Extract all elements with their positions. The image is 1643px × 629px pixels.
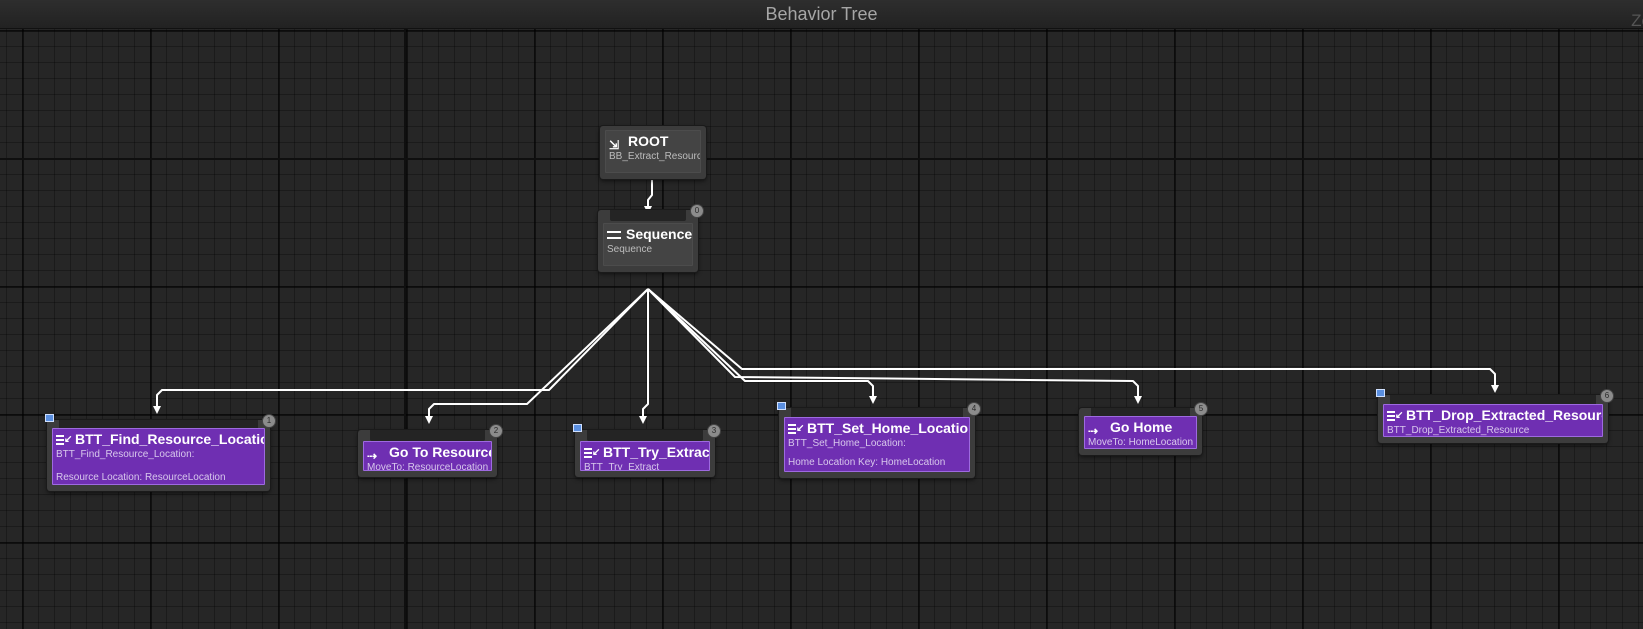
sequence-icon <box>607 229 622 241</box>
task-node-drop-extracted-resource[interactable]: ↙ BTT_Drop_Extracted_Resource BTT_Drop_Ex… <box>1376 389 1614 443</box>
execution-index-badge: 3 <box>707 424 721 438</box>
wire-root-sequence <box>644 180 653 214</box>
task-node-go-to-resource[interactable]: ⇢ Go To Resource MoveTo: ResourceLocation… <box>358 424 503 477</box>
node-title: BTT_Try_Extract <box>603 444 710 460</box>
node-title: BTT_Drop_Extracted_Resource <box>1406 407 1603 423</box>
execution-index-badge: 4 <box>967 402 981 416</box>
execution-index-badge: 5 <box>1194 402 1208 416</box>
task-node-set-home-location[interactable]: ↙ BTT_Set_Home_Location BTT_Set_Home_Loca… <box>777 402 981 478</box>
node-subtitle: BB_Extract_Resource <box>609 151 701 162</box>
node-subtitle: BTT_Drop_Extracted_Resource <box>1387 425 1530 436</box>
wire-sequence-sethome <box>647 288 877 404</box>
node-title: BTT_Set_Home_Location <box>807 420 970 436</box>
task-node-find-resource-location[interactable]: ↙ BTT_Find_Resource_Location BTT_Find_Res… <box>45 414 276 491</box>
node-title: BTT_Find_Resource_Location <box>75 431 265 447</box>
root-node[interactable]: ⇲ ROOT BB_Extract_Resource <box>600 126 706 179</box>
execution-index-badge: 1 <box>262 414 276 428</box>
breakpoint-flag-icon <box>45 414 54 422</box>
node-title: ROOT <box>628 133 669 149</box>
task-icon: ↙ <box>788 423 804 435</box>
execution-index-badge: 0 <box>690 204 704 218</box>
wire-sequence-goto <box>425 288 649 424</box>
wire-sequence-find <box>153 288 649 414</box>
connection-wires <box>153 180 1499 424</box>
sequence-node[interactable]: Sequence Sequence 0 <box>598 204 704 272</box>
move-to-icon: ⇢ <box>367 448 377 463</box>
task-node-try-extract[interactable]: ↙ BTT_Try_Extract BTT_Try_Extract 3 <box>573 424 721 477</box>
node-subtitle: MoveTo: HomeLocation <box>1088 437 1194 448</box>
node-subtitle: BTT_Find_Resource_Location: <box>56 449 195 460</box>
input-pin <box>370 430 485 441</box>
node-subtitle: BTT_Set_Home_Location: <box>788 438 906 449</box>
task-node-go-home[interactable]: ⇢ Go Home MoveTo: HomeLocation 5 <box>1079 402 1208 455</box>
task-icon: ↙ <box>56 434 72 446</box>
input-pin <box>610 210 686 221</box>
node-title: Go To Resource <box>389 444 492 460</box>
node-detail: Home Location Key: HomeLocation <box>788 457 946 468</box>
wire-sequence-gohome <box>647 288 1142 404</box>
wire-sequence-drop <box>647 288 1499 393</box>
execution-index-badge: 6 <box>1600 389 1614 403</box>
node-subtitle: MoveTo: ResourceLocation <box>367 462 489 471</box>
move-to-icon: ⇢ <box>1088 423 1098 438</box>
node-title: Sequence <box>626 226 693 242</box>
node-subtitle: BTT_Try_Extract <box>584 462 660 471</box>
input-pin <box>587 430 703 441</box>
node-title: Go Home <box>1110 419 1173 435</box>
root-icon: ⇲ <box>609 137 620 152</box>
node-subtitle: Sequence <box>607 244 653 255</box>
breakpoint-flag-icon <box>777 402 786 410</box>
task-icon: ↙ <box>584 447 600 459</box>
breakpoint-flag-icon <box>1376 389 1385 397</box>
breakpoint-flag-icon <box>573 424 582 432</box>
wire-sequence-extract <box>639 289 649 424</box>
task-icon: ↙ <box>1387 410 1403 422</box>
node-detail: Resource Location: ResourceLocation <box>56 472 226 483</box>
execution-index-badge: 2 <box>489 424 503 438</box>
